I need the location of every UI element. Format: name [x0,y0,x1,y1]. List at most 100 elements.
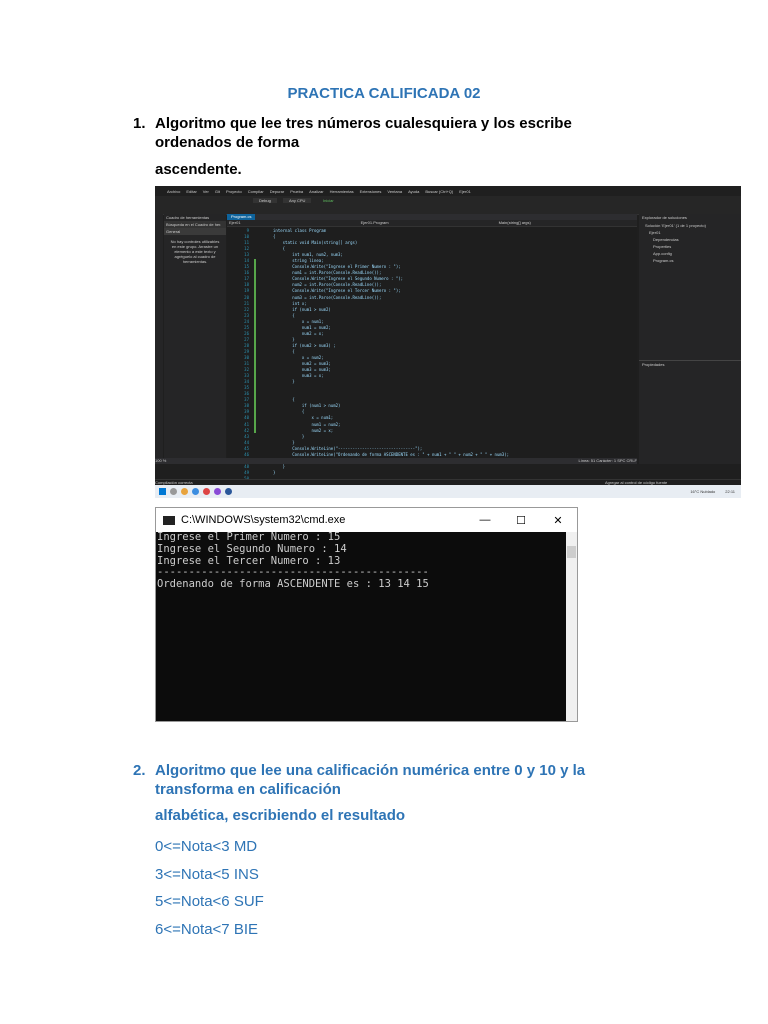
windows-icon [159,488,166,495]
maximize-button[interactable]: ☐ [503,514,539,527]
start-button: Iniciar [323,198,334,203]
menu-item: Editar [186,188,197,194]
line-text: { [273,246,286,252]
menu-item: Depurar [269,188,285,194]
menu-item: Buscar (Ctrl+Q) [425,188,454,194]
line-text: if (num2 > num3) ; [273,342,336,348]
question-number: 2. [133,762,146,779]
line-text: internal class Program [273,228,326,233]
line-text: num1 = int.Parse(Console.ReadLine()); [273,270,382,276]
grade-rule: 3<=Nota<5 INS [155,865,259,883]
platform-select: Any CPU [283,198,312,203]
line-text: num2 = int.Parse(Console.ReadLine()); [273,282,382,288]
line-text: num2 = x; [273,427,334,433]
nav-bar: Ejer01 Ejer01.Program Main(string[] args) [227,220,637,227]
toolbox-search: Búsqueda en el Cuadro de her. [164,221,226,228]
line-text: num1 = num2; [273,421,341,427]
grade-rule: 6<=Nota<7 BIE [155,920,258,938]
line-text: if (num1 > num2) [273,306,331,312]
visual-studio-screenshot: Archivo Editar Ver Git Proyecto Compilar Depur… [155,186,741,498]
line-text: x = num1; [273,415,334,421]
cmd-window: C:\WINDOWS\system32\cmd.exe — ☐ ✕ Ingres… [155,507,578,722]
cmd-title: C:\WINDOWS\system32\cmd.exe [181,514,346,526]
toolbox-message: No hay controles utilizables en este gru… [170,239,220,264]
menu-item: Extensiones [359,188,382,194]
line-text: } [273,336,295,342]
folder-icon [181,488,188,495]
line-text: } [273,379,295,385]
line-text: } [273,463,286,469]
code-editor: Program.cs Ejer01 Ejer01.Program Main(stri… [227,214,637,487]
windows-taskbar: 16°C Nublado 22:11 [155,485,741,498]
nav-class: Ejer01.Program [360,220,389,225]
line-text: Console.Write("Ingrese el Tercer Numero … [273,288,401,294]
menu-item: Archivo [167,188,181,194]
line-text: { [273,397,295,403]
line-text: { [273,409,305,415]
cmd-icon [163,515,175,525]
scrollbar[interactable] [566,532,577,721]
toolbox-group: General [164,228,226,235]
properties-title: Propiedades [639,360,741,368]
menu-item: Git [214,188,220,194]
weather: 16°C Nublado [690,489,716,494]
line-text: { [273,312,295,318]
output-line: Ordenando de forma ASCENDENTE es : 13 14… [157,578,429,591]
menu-item: Ventana [387,188,403,194]
solution-item: Properties [653,244,672,249]
question-text: Algoritmo que lee una calificación numér… [155,762,586,798]
line-text: num3 = num3; [273,367,331,373]
menu-item: Herramientas [329,188,354,194]
close-button[interactable]: ✕ [539,514,577,527]
config-select: Debug [253,198,277,203]
line-text: Console.Write("Ingrese el Primer Numero … [273,264,401,270]
question-1: 1. Algoritmo que lee tres números cuales… [133,114,595,152]
clock: 22:11 [725,489,735,494]
solution-title: Explorador de soluciones [642,215,687,220]
grade-rule: 0<=Nota<3 MD [155,838,258,855]
vs-menubar: Archivo Editar Ver Git Proyecto Compilar Depur… [155,186,741,196]
zoom-level: 100 % [155,458,167,463]
visual-studio-icon [214,488,221,495]
line-text: num2 = num3; [273,361,331,367]
question-2-cont: alfabética, escribiendo el resultado [155,807,406,824]
line-text: } [273,469,276,475]
line-text: num3 = x; [273,373,324,379]
menu-item: Analizar [309,188,324,194]
minimize-button[interactable]: — [467,514,503,526]
solution-explorer: Explorador de soluciones Solución 'Ejer0… [639,214,741,464]
menu-item: Prueba [290,188,304,194]
line-text: num2 = x; [273,330,324,336]
grade-rules: 0<=Nota<3 MD 3<=Nota<5 INS 5<=Nota<6 SUF 6<… [155,833,264,943]
line-text: num3 = int.Parse(Console.ReadLine()); [273,294,382,300]
question-2: 2. Algoritmo que lee una calificación nu… [133,761,615,799]
line-text: Console.WriteLine("Ordenando de forma AS… [273,451,510,457]
solution-item: App.config [653,251,672,256]
line-text: Console.Write("Ingrese el Segundo Numero… [273,276,404,282]
edge-icon [192,488,199,495]
output-line: Ingrese el Segundo Numero : 14 [157,542,347,555]
question-1-cont: ascendente. [155,161,242,178]
line-text: static void Main(string[] args) [273,240,358,246]
chrome-icon [203,488,210,495]
cmd-titlebar: C:\WINDOWS\system32\cmd.exe — ☐ ✕ [156,508,577,532]
line-text: } [273,433,305,439]
cmd-output: Ingrese el Primer Numero : 15 Ingrese el … [156,531,577,591]
line-text: int num1, num2, num3; [273,252,343,258]
solution-item: Dependencias [653,237,679,242]
question-text: Algoritmo que lee tres números cualesqui… [155,115,572,151]
menu-item: Ver [202,188,209,194]
search-icon [170,488,177,495]
line-text: } [273,439,295,445]
line-text: Console.WriteLine("---------------------… [273,445,423,451]
line-text: num1 = num2; [273,324,331,330]
solution-item: Ejer01 [649,230,661,235]
menu-item: Compilar [247,188,264,194]
line-text: { [273,348,295,354]
solution-item: Program.cs [653,258,674,263]
toolbox-title: Cuadro de herramientas [166,215,210,220]
menu-item: Ayuda [408,188,420,194]
question-number: 1. [133,115,146,132]
page-title: PRACTICA CALIFICADA 02 [287,85,481,102]
nav-method: Main(string[] args) [498,220,531,225]
